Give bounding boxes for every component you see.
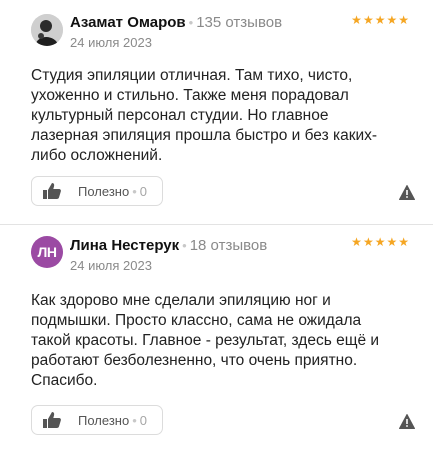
separator: •	[188, 15, 194, 30]
separator: •	[132, 412, 137, 428]
separator: •	[132, 183, 137, 199]
review-text: Студия эпиляции отличная. Там тихо, чист…	[31, 67, 378, 164]
review-date: 24 июля 2023	[70, 35, 152, 50]
review-card: Азамат Омаров • 135 отзывов 24 июля 2023 ★…	[0, 0, 433, 224]
star-icon: ★	[351, 235, 362, 249]
avatar[interactable]	[31, 14, 63, 46]
star-icon: ★	[386, 235, 398, 249]
author-line: Азамат Омаров • 135 отзывов	[70, 14, 282, 31]
author-reviews-count: 18 отзывов	[189, 237, 268, 254]
star-icon: ★	[362, 235, 374, 249]
useful-button[interactable]: Полезно • 0	[31, 176, 163, 206]
star-icon: ★	[351, 13, 362, 27]
useful-label: Полезно	[78, 412, 130, 428]
author-reviews-count: 135 отзывов	[196, 14, 283, 31]
useful-label: Полезно	[78, 183, 130, 199]
warning-icon[interactable]	[399, 414, 415, 429]
avatar[interactable]: ЛН	[31, 236, 63, 268]
author-name[interactable]: Лина Нестерук	[70, 237, 179, 254]
review-date: 24 июля 2023	[70, 258, 152, 273]
author-line: Лина Нестерук • 18 отзывов	[70, 237, 267, 254]
rating-stars: ★ ★ ★ ★ ★	[351, 236, 409, 248]
warning-icon[interactable]	[399, 185, 415, 200]
star-icon: ★	[386, 13, 398, 27]
review-text: Как здорово мне сделали эпиляцию ног и п…	[31, 292, 380, 389]
separator: •	[182, 238, 187, 253]
thumbs-up-icon	[42, 182, 64, 200]
star-icon: ★	[374, 13, 386, 27]
author-name[interactable]: Азамат Омаров	[70, 14, 186, 31]
useful-count: 0	[139, 183, 147, 199]
thumbs-up-icon	[42, 411, 64, 429]
avatar-photo-icon	[31, 14, 63, 46]
star-icon: ★	[374, 235, 386, 249]
star-icon: ★	[398, 13, 409, 27]
star-icon: ★	[362, 13, 374, 27]
review-card: ЛН Лина Нестерук • 18 отзывов 24 июля 2023…	[0, 224, 433, 452]
useful-count: 0	[139, 412, 147, 428]
useful-button[interactable]: Полезно • 0	[31, 405, 163, 435]
star-icon: ★	[398, 235, 409, 249]
avatar-initials: ЛН	[37, 244, 57, 260]
rating-stars: ★ ★ ★ ★ ★	[351, 14, 409, 26]
